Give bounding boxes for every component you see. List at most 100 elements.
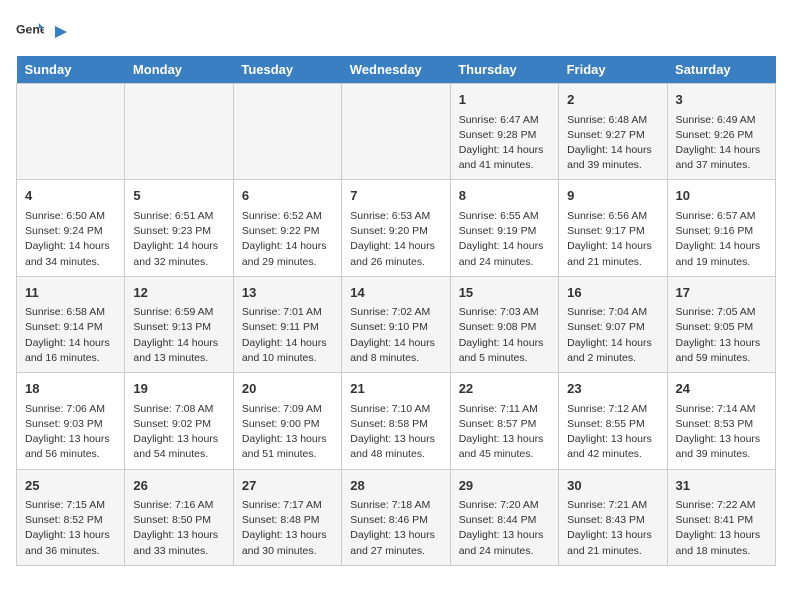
header-monday: Monday: [125, 56, 233, 84]
day-cell-1-4: 8 Sunrise: 6:55 AM Sunset: 9:19 PM Daylig…: [450, 180, 558, 276]
week-row-1: 1 Sunrise: 6:47 AM Sunset: 9:28 PM Daylig…: [17, 84, 776, 180]
day-cell-0-1: [125, 84, 233, 180]
day-number: 22: [459, 379, 550, 399]
day-cell-1-3: 7Sunrise: 6:53 AM Sunset: 9:20 PM Daylig…: [342, 180, 450, 276]
day-cell-4-4: 29Sunrise: 7:20 AM Sunset: 8:44 PM Dayli…: [450, 469, 558, 565]
logo: General: [16, 16, 68, 44]
calendar-header-row: Sunday Monday Tuesday Wednesday Thursday…: [17, 56, 776, 84]
day-info: Sunrise: 6:55 AM Sunset: 9:19 PM Dayligh…: [459, 209, 550, 270]
day-info: Sunrise: 7:12 AM Sunset: 8:55 PM Dayligh…: [567, 402, 658, 463]
day-cell-1-1: 5 Sunrise: 6:51 AM Sunset: 9:23 PM Daylig…: [125, 180, 233, 276]
day-info: Sunrise: 7:11 AM Sunset: 8:57 PM Dayligh…: [459, 402, 550, 463]
header-wednesday: Wednesday: [342, 56, 450, 84]
day-cell-1-2: 6Sunrise: 6:52 AM Sunset: 9:22 PM Daylig…: [233, 180, 341, 276]
day-info: Sunrise: 7:10 AM Sunset: 8:58 PM Dayligh…: [350, 402, 441, 463]
day-info: Sunrise: 6:50 AM Sunset: 9:24 PM Dayligh…: [25, 209, 116, 270]
day-cell-3-5: 23 Sunrise: 7:12 AM Sunset: 8:55 PM Dayli…: [559, 373, 667, 469]
day-number: 21: [350, 379, 441, 399]
day-info: Sunrise: 7:03 AM Sunset: 9:08 PM Dayligh…: [459, 305, 550, 366]
day-info: Sunrise: 7:09 AM Sunset: 9:00 PM Dayligh…: [242, 402, 333, 463]
day-info: Sunrise: 6:53 AM Sunset: 9:20 PM Dayligh…: [350, 209, 441, 270]
day-number: 1: [459, 90, 550, 110]
day-number: 2: [567, 90, 658, 110]
day-info: Sunrise: 7:06 AM Sunset: 9:03 PM Dayligh…: [25, 402, 116, 463]
day-cell-2-6: 17Sunrise: 7:05 AM Sunset: 9:05 PM Dayli…: [667, 276, 775, 372]
week-row-5: 25Sunrise: 7:15 AM Sunset: 8:52 PM Dayli…: [17, 469, 776, 565]
day-number: 25: [25, 476, 116, 496]
day-cell-3-0: 18 Sunrise: 7:06 AM Sunset: 9:03 PM Dayli…: [17, 373, 125, 469]
day-info: Sunrise: 7:15 AM Sunset: 8:52 PM Dayligh…: [25, 498, 116, 559]
day-number: 31: [676, 476, 767, 496]
day-info: Sunrise: 7:18 AM Sunset: 8:46 PM Dayligh…: [350, 498, 441, 559]
day-info: Sunrise: 6:59 AM Sunset: 9:13 PM Dayligh…: [133, 305, 224, 366]
header-sunday: Sunday: [17, 56, 125, 84]
day-cell-2-2: 13Sunrise: 7:01 AM Sunset: 9:11 PM Dayli…: [233, 276, 341, 372]
day-info: Sunrise: 6:47 AM Sunset: 9:28 PM Dayligh…: [459, 113, 550, 174]
header-thursday: Thursday: [450, 56, 558, 84]
day-number: 15: [459, 283, 550, 303]
day-number: 5: [133, 186, 224, 206]
day-cell-4-3: 28Sunrise: 7:18 AM Sunset: 8:46 PM Dayli…: [342, 469, 450, 565]
day-number: 10: [676, 186, 767, 206]
day-cell-2-1: 12Sunrise: 6:59 AM Sunset: 9:13 PM Dayli…: [125, 276, 233, 372]
calendar-table: Sunday Monday Tuesday Wednesday Thursday…: [16, 56, 776, 566]
day-cell-1-5: 9Sunrise: 6:56 AM Sunset: 9:17 PM Daylig…: [559, 180, 667, 276]
day-info: Sunrise: 7:08 AM Sunset: 9:02 PM Dayligh…: [133, 402, 224, 463]
day-number: 14: [350, 283, 441, 303]
header-tuesday: Tuesday: [233, 56, 341, 84]
day-number: 3: [676, 90, 767, 110]
day-number: 13: [242, 283, 333, 303]
week-row-2: 4 Sunrise: 6:50 AM Sunset: 9:24 PM Daylig…: [17, 180, 776, 276]
day-number: 4: [25, 186, 116, 206]
day-cell-0-0: [17, 84, 125, 180]
day-info: Sunrise: 7:02 AM Sunset: 9:10 PM Dayligh…: [350, 305, 441, 366]
day-number: 26: [133, 476, 224, 496]
day-info: Sunrise: 7:14 AM Sunset: 8:53 PM Dayligh…: [676, 402, 767, 463]
calendar-body: 1 Sunrise: 6:47 AM Sunset: 9:28 PM Daylig…: [17, 84, 776, 566]
logo-icon: General: [16, 16, 44, 44]
header-saturday: Saturday: [667, 56, 775, 84]
day-number: 18: [25, 379, 116, 399]
day-number: 17: [676, 283, 767, 303]
day-number: 24: [676, 379, 767, 399]
day-info: Sunrise: 7:16 AM Sunset: 8:50 PM Dayligh…: [133, 498, 224, 559]
day-info: Sunrise: 7:04 AM Sunset: 9:07 PM Dayligh…: [567, 305, 658, 366]
week-row-3: 11Sunrise: 6:58 AM Sunset: 9:14 PM Dayli…: [17, 276, 776, 372]
logo-triangle-icon: [49, 23, 67, 41]
day-number: 28: [350, 476, 441, 496]
day-info: Sunrise: 7:21 AM Sunset: 8:43 PM Dayligh…: [567, 498, 658, 559]
day-number: 8: [459, 186, 550, 206]
day-cell-3-4: 22 Sunrise: 7:11 AM Sunset: 8:57 PM Dayli…: [450, 373, 558, 469]
day-number: 23: [567, 379, 658, 399]
day-number: 11: [25, 283, 116, 303]
day-cell-3-3: 21 Sunrise: 7:10 AM Sunset: 8:58 PM Dayli…: [342, 373, 450, 469]
day-number: 12: [133, 283, 224, 303]
day-cell-3-1: 19 Sunrise: 7:08 AM Sunset: 9:02 PM Dayli…: [125, 373, 233, 469]
day-info: Sunrise: 7:05 AM Sunset: 9:05 PM Dayligh…: [676, 305, 767, 366]
day-info: Sunrise: 7:01 AM Sunset: 9:11 PM Dayligh…: [242, 305, 333, 366]
day-info: Sunrise: 6:48 AM Sunset: 9:27 PM Dayligh…: [567, 113, 658, 174]
day-cell-4-2: 27Sunrise: 7:17 AM Sunset: 8:48 PM Dayli…: [233, 469, 341, 565]
day-cell-4-6: 31Sunrise: 7:22 AM Sunset: 8:41 PM Dayli…: [667, 469, 775, 565]
day-cell-0-5: 2 Sunrise: 6:48 AM Sunset: 9:27 PM Daylig…: [559, 84, 667, 180]
day-number: 16: [567, 283, 658, 303]
day-number: 30: [567, 476, 658, 496]
day-cell-4-5: 30Sunrise: 7:21 AM Sunset: 8:43 PM Dayli…: [559, 469, 667, 565]
day-cell-1-6: 10Sunrise: 6:57 AM Sunset: 9:16 PM Dayli…: [667, 180, 775, 276]
day-info: Sunrise: 6:58 AM Sunset: 9:14 PM Dayligh…: [25, 305, 116, 366]
day-info: Sunrise: 6:56 AM Sunset: 9:17 PM Dayligh…: [567, 209, 658, 270]
day-number: 27: [242, 476, 333, 496]
day-info: Sunrise: 6:52 AM Sunset: 9:22 PM Dayligh…: [242, 209, 333, 270]
day-cell-3-2: 20Sunrise: 7:09 AM Sunset: 9:00 PM Dayli…: [233, 373, 341, 469]
day-cell-2-5: 16Sunrise: 7:04 AM Sunset: 9:07 PM Dayli…: [559, 276, 667, 372]
day-info: Sunrise: 7:22 AM Sunset: 8:41 PM Dayligh…: [676, 498, 767, 559]
week-row-4: 18 Sunrise: 7:06 AM Sunset: 9:03 PM Dayli…: [17, 373, 776, 469]
day-info: Sunrise: 6:51 AM Sunset: 9:23 PM Dayligh…: [133, 209, 224, 270]
day-cell-0-2: [233, 84, 341, 180]
day-cell-0-6: 3 Sunrise: 6:49 AM Sunset: 9:26 PM Daylig…: [667, 84, 775, 180]
day-cell-3-6: 24 Sunrise: 7:14 AM Sunset: 8:53 PM Dayli…: [667, 373, 775, 469]
day-number: 19: [133, 379, 224, 399]
day-cell-2-3: 14Sunrise: 7:02 AM Sunset: 9:10 PM Dayli…: [342, 276, 450, 372]
day-cell-4-1: 26Sunrise: 7:16 AM Sunset: 8:50 PM Dayli…: [125, 469, 233, 565]
day-info: Sunrise: 6:49 AM Sunset: 9:26 PM Dayligh…: [676, 113, 767, 174]
